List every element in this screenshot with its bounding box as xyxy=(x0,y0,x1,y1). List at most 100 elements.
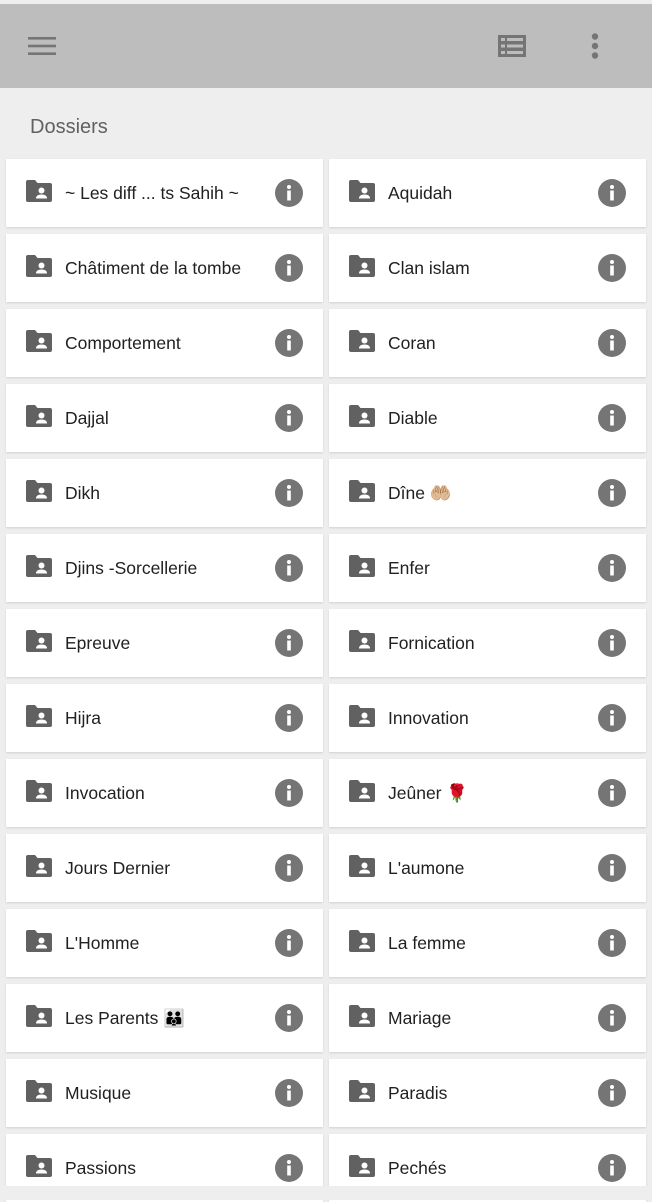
folder-card[interactable]: Enfer xyxy=(329,534,646,602)
folder-card[interactable]: L'aumone xyxy=(329,834,646,902)
info-icon[interactable] xyxy=(275,329,303,357)
shared-folder-icon xyxy=(349,1005,375,1027)
info-icon[interactable] xyxy=(598,1154,626,1182)
folder-name: La femme xyxy=(388,933,466,953)
shared-folder-icon xyxy=(26,330,52,352)
folder-name: Comportement xyxy=(65,333,181,353)
folder-name: Jeûner 🌹 xyxy=(388,783,469,803)
bottom-edge xyxy=(0,1186,652,1200)
folder-name: L'Homme xyxy=(65,933,140,953)
shared-folder-icon xyxy=(349,1080,375,1102)
info-icon[interactable] xyxy=(275,479,303,507)
info-icon[interactable] xyxy=(275,1079,303,1107)
shared-folder-icon xyxy=(349,405,375,427)
folder-name: Dajjal xyxy=(65,408,109,428)
folder-card[interactable]: Châtiment de la tombe xyxy=(6,234,323,302)
section-title: Dossiers xyxy=(30,116,108,138)
folder-card[interactable]: Invocation xyxy=(6,759,323,827)
folder-card[interactable]: Clan islam xyxy=(329,234,646,302)
folder-name: ~ Les diff ... ts Sahih ~ xyxy=(65,183,239,203)
folder-name: Paradis xyxy=(388,1083,448,1103)
info-icon[interactable] xyxy=(598,1004,626,1032)
info-icon[interactable] xyxy=(598,179,626,207)
info-icon[interactable] xyxy=(275,404,303,432)
info-icon[interactable] xyxy=(598,1079,626,1107)
shared-folder-icon xyxy=(349,1155,375,1177)
folder-name: Fornication xyxy=(388,633,475,653)
folder-card[interactable]: Dîne 🤲🏼 xyxy=(329,459,646,527)
shared-folder-icon xyxy=(26,855,52,877)
folder-name: L'aumone xyxy=(388,858,465,878)
hamburger-menu-icon[interactable] xyxy=(22,26,62,66)
shared-folder-icon xyxy=(349,255,375,277)
shared-folder-icon xyxy=(26,705,52,727)
info-icon[interactable] xyxy=(275,779,303,807)
info-icon[interactable] xyxy=(598,254,626,282)
shared-folder-icon xyxy=(349,780,375,802)
folder-card[interactable]: Paradis xyxy=(329,1059,646,1127)
folder-card[interactable]: Les Parents 👪 xyxy=(6,984,323,1052)
shared-folder-icon xyxy=(349,555,375,577)
folder-card[interactable]: Aquidah xyxy=(329,159,646,227)
folder-card[interactable]: Fornication xyxy=(329,609,646,677)
info-icon[interactable] xyxy=(598,554,626,582)
shared-folder-icon xyxy=(349,630,375,652)
folder-name: Hijra xyxy=(65,708,101,728)
info-icon[interactable] xyxy=(275,854,303,882)
info-icon[interactable] xyxy=(275,629,303,657)
info-icon[interactable] xyxy=(598,854,626,882)
info-icon[interactable] xyxy=(598,704,626,732)
info-icon[interactable] xyxy=(275,929,303,957)
shared-folder-icon xyxy=(26,630,52,652)
info-icon[interactable] xyxy=(275,704,303,732)
folder-card[interactable]: Coran xyxy=(329,309,646,377)
folder-card[interactable]: Jours Dernier xyxy=(6,834,323,902)
folder-card[interactable]: Musique xyxy=(6,1059,323,1127)
info-icon[interactable] xyxy=(275,254,303,282)
folder-name: Invocation xyxy=(65,783,145,803)
folder-name: Dîne 🤲🏼 xyxy=(388,483,452,503)
info-icon[interactable] xyxy=(598,404,626,432)
folder-card[interactable]: Hijra xyxy=(6,684,323,752)
folder-card[interactable]: Comportement xyxy=(6,309,323,377)
more-vert-icon[interactable] xyxy=(575,26,615,66)
folder-card[interactable]: L'Homme xyxy=(6,909,323,977)
folder-name: Jours Dernier xyxy=(65,858,171,878)
folder-card[interactable]: Mariage xyxy=(329,984,646,1052)
shared-folder-icon xyxy=(26,1155,52,1177)
info-icon[interactable] xyxy=(598,629,626,657)
shared-folder-icon xyxy=(349,705,375,727)
folder-card[interactable]: Epreuve xyxy=(6,609,323,677)
folder-card[interactable]: Jeûner 🌹 xyxy=(329,759,646,827)
shared-folder-icon xyxy=(26,255,52,277)
folder-card[interactable]: Dikh xyxy=(6,459,323,527)
info-icon[interactable] xyxy=(598,929,626,957)
info-icon[interactable] xyxy=(598,779,626,807)
folder-name: Aquidah xyxy=(388,183,453,203)
shared-folder-icon xyxy=(26,555,52,577)
info-icon[interactable] xyxy=(275,1004,303,1032)
folder-card[interactable]: Djins -Sorcellerie xyxy=(6,534,323,602)
folder-card[interactable]: Innovation xyxy=(329,684,646,752)
shared-folder-icon xyxy=(26,1005,52,1027)
info-icon[interactable] xyxy=(275,179,303,207)
app-bar xyxy=(0,4,652,88)
folder-name: Châtiment de la tombe xyxy=(65,258,242,278)
folder-name: Epreuve xyxy=(65,633,131,653)
folder-card[interactable]: ~ Les diff ... ts Sahih ~ xyxy=(6,159,323,227)
info-icon[interactable] xyxy=(598,479,626,507)
shared-folder-icon xyxy=(349,930,375,952)
info-icon[interactable] xyxy=(598,329,626,357)
folder-name: Innovation xyxy=(388,708,469,728)
folder-card[interactable]: La femme xyxy=(329,909,646,977)
folder-name: Diable xyxy=(388,408,438,428)
folder-card[interactable]: Diable xyxy=(329,384,646,452)
folder-name: Musique xyxy=(65,1083,132,1103)
info-icon[interactable] xyxy=(275,1154,303,1182)
folder-card[interactable]: Dajjal xyxy=(6,384,323,452)
info-icon[interactable] xyxy=(275,554,303,582)
folder-grid: ~ Les diff ... ts Sahih ~ Aquidah Châtimen… xyxy=(6,159,647,1202)
list-view-icon[interactable] xyxy=(492,26,532,66)
folder-name: Mariage xyxy=(388,1008,452,1028)
shared-folder-icon xyxy=(26,405,52,427)
